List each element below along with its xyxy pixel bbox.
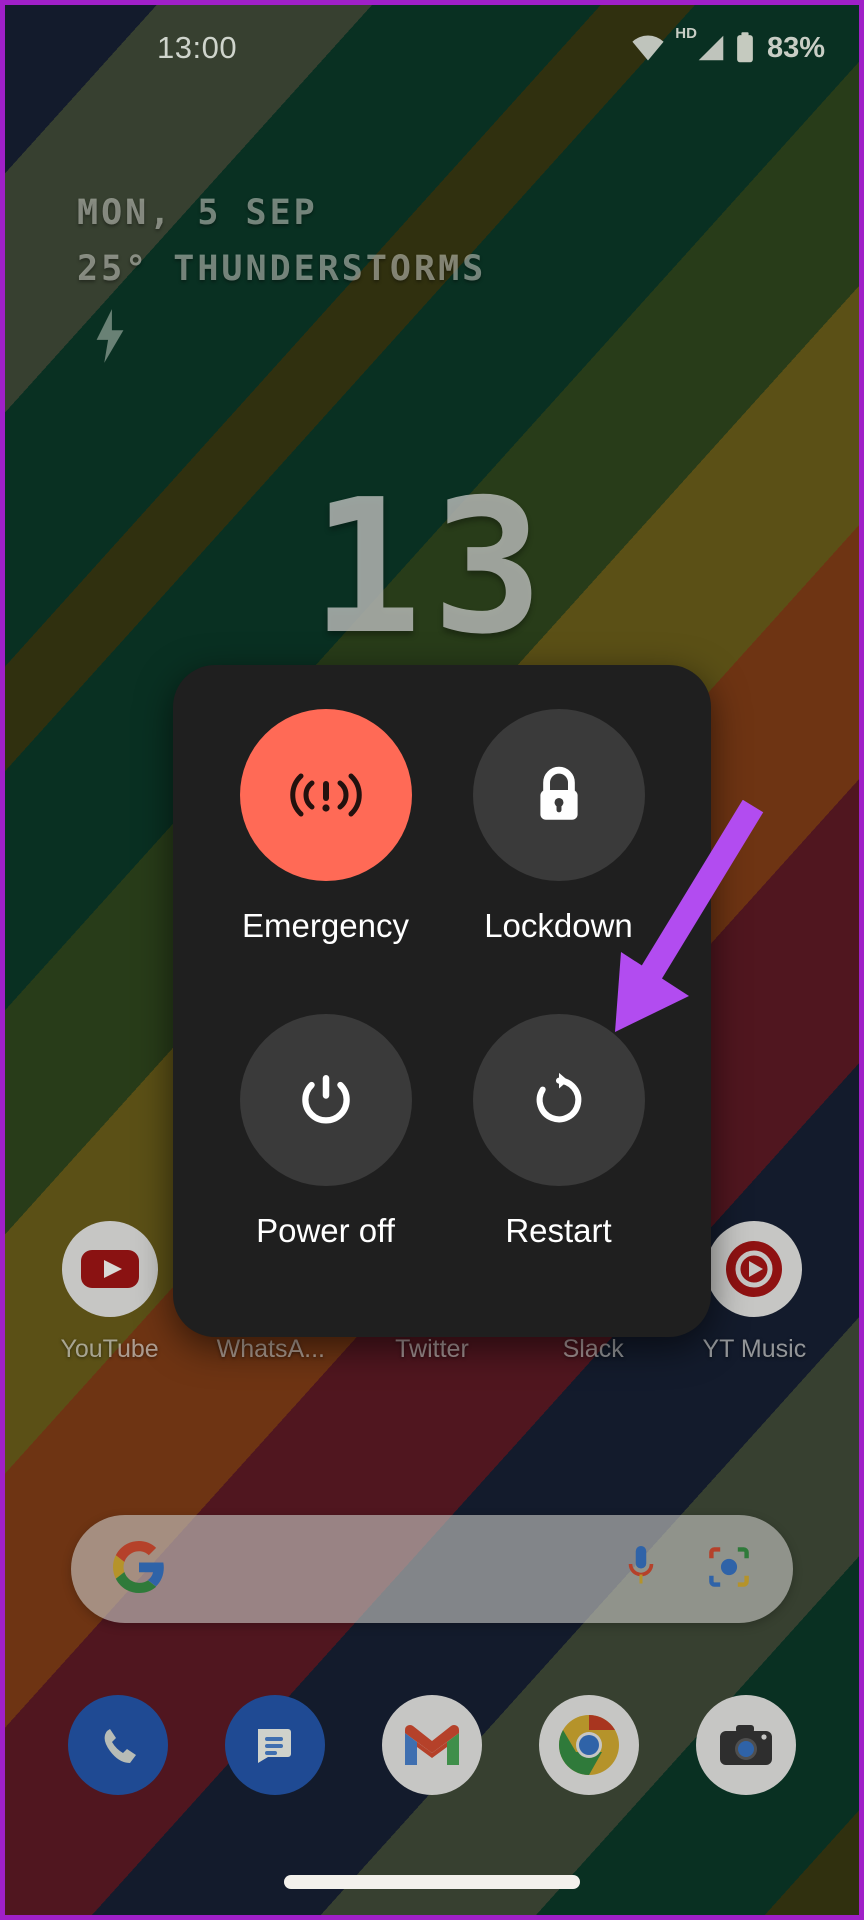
power-menu-item-label: Emergency	[242, 907, 409, 944]
status-bar: 13:00 HD 83%	[5, 5, 859, 91]
phone-screen: 13:00 HD 83% MON, 5 SEP 25° THUNDERSTORM…	[0, 0, 864, 1920]
power-icon[interactable]	[239, 1014, 412, 1186]
status-bar-clock: 13:00	[157, 30, 238, 65]
power-menu-dialog: Emergency Lockdown Power off Restart	[173, 665, 711, 1337]
app-dock	[5, 1695, 859, 1795]
hd-badge-label: HD	[675, 25, 697, 42]
power-menu-emergency[interactable]: Emergency	[209, 709, 442, 998]
glance-weather-label: 25° THUNDERSTORMS	[77, 249, 487, 289]
hd-signal-group: HD	[674, 25, 726, 62]
restart-icon[interactable]	[472, 1014, 645, 1186]
emergency-broadcast-icon[interactable]	[239, 709, 412, 881]
app-label: YouTube	[60, 1335, 159, 1363]
power-menu-item-label: Lockdown	[484, 907, 633, 944]
battery-icon	[735, 32, 755, 64]
messages-icon[interactable]	[224, 1695, 325, 1795]
cellular-signal-icon	[698, 35, 724, 61]
at-a-glance-widget[interactable]: MON, 5 SEP 25° THUNDERSTORMS	[77, 193, 486, 373]
yt-music-icon[interactable]	[706, 1221, 803, 1317]
glance-date-label: MON, 5 SEP	[77, 193, 318, 233]
power-menu-restart[interactable]: Restart	[442, 1014, 675, 1303]
google-g-icon	[113, 1540, 165, 1598]
home-screen-clock[interactable]: 13	[5, 475, 859, 660]
chrome-icon[interactable]	[539, 1695, 640, 1795]
lightning-bolt-icon	[87, 307, 486, 373]
battery-percentage-label: 83%	[766, 31, 825, 64]
app-label: YT Music	[702, 1335, 807, 1363]
microphone-icon[interactable]	[623, 1543, 659, 1596]
wifi-icon	[631, 34, 665, 62]
gmail-icon[interactable]	[381, 1695, 482, 1795]
power-menu-item-label: Restart	[505, 1212, 612, 1249]
app-label: Twitter	[395, 1335, 469, 1363]
phone-icon[interactable]	[67, 1695, 168, 1795]
app-youtube[interactable]: YouTube	[35, 1221, 185, 1364]
power-menu-lockdown[interactable]: Lockdown	[442, 709, 675, 998]
clock-time-label: 13	[310, 459, 554, 675]
lock-icon[interactable]	[472, 709, 645, 881]
camera-icon[interactable]	[696, 1695, 797, 1795]
youtube-icon[interactable]	[61, 1221, 158, 1317]
app-label: Slack	[562, 1335, 624, 1363]
app-label: WhatsA...	[216, 1335, 325, 1363]
power-menu-item-label: Power off	[256, 1212, 395, 1249]
power-menu-power-off[interactable]: Power off	[209, 1014, 442, 1303]
google-search-bar[interactable]	[71, 1515, 793, 1623]
home-gesture-bar[interactable]	[284, 1875, 580, 1889]
google-lens-icon[interactable]	[707, 1545, 751, 1594]
